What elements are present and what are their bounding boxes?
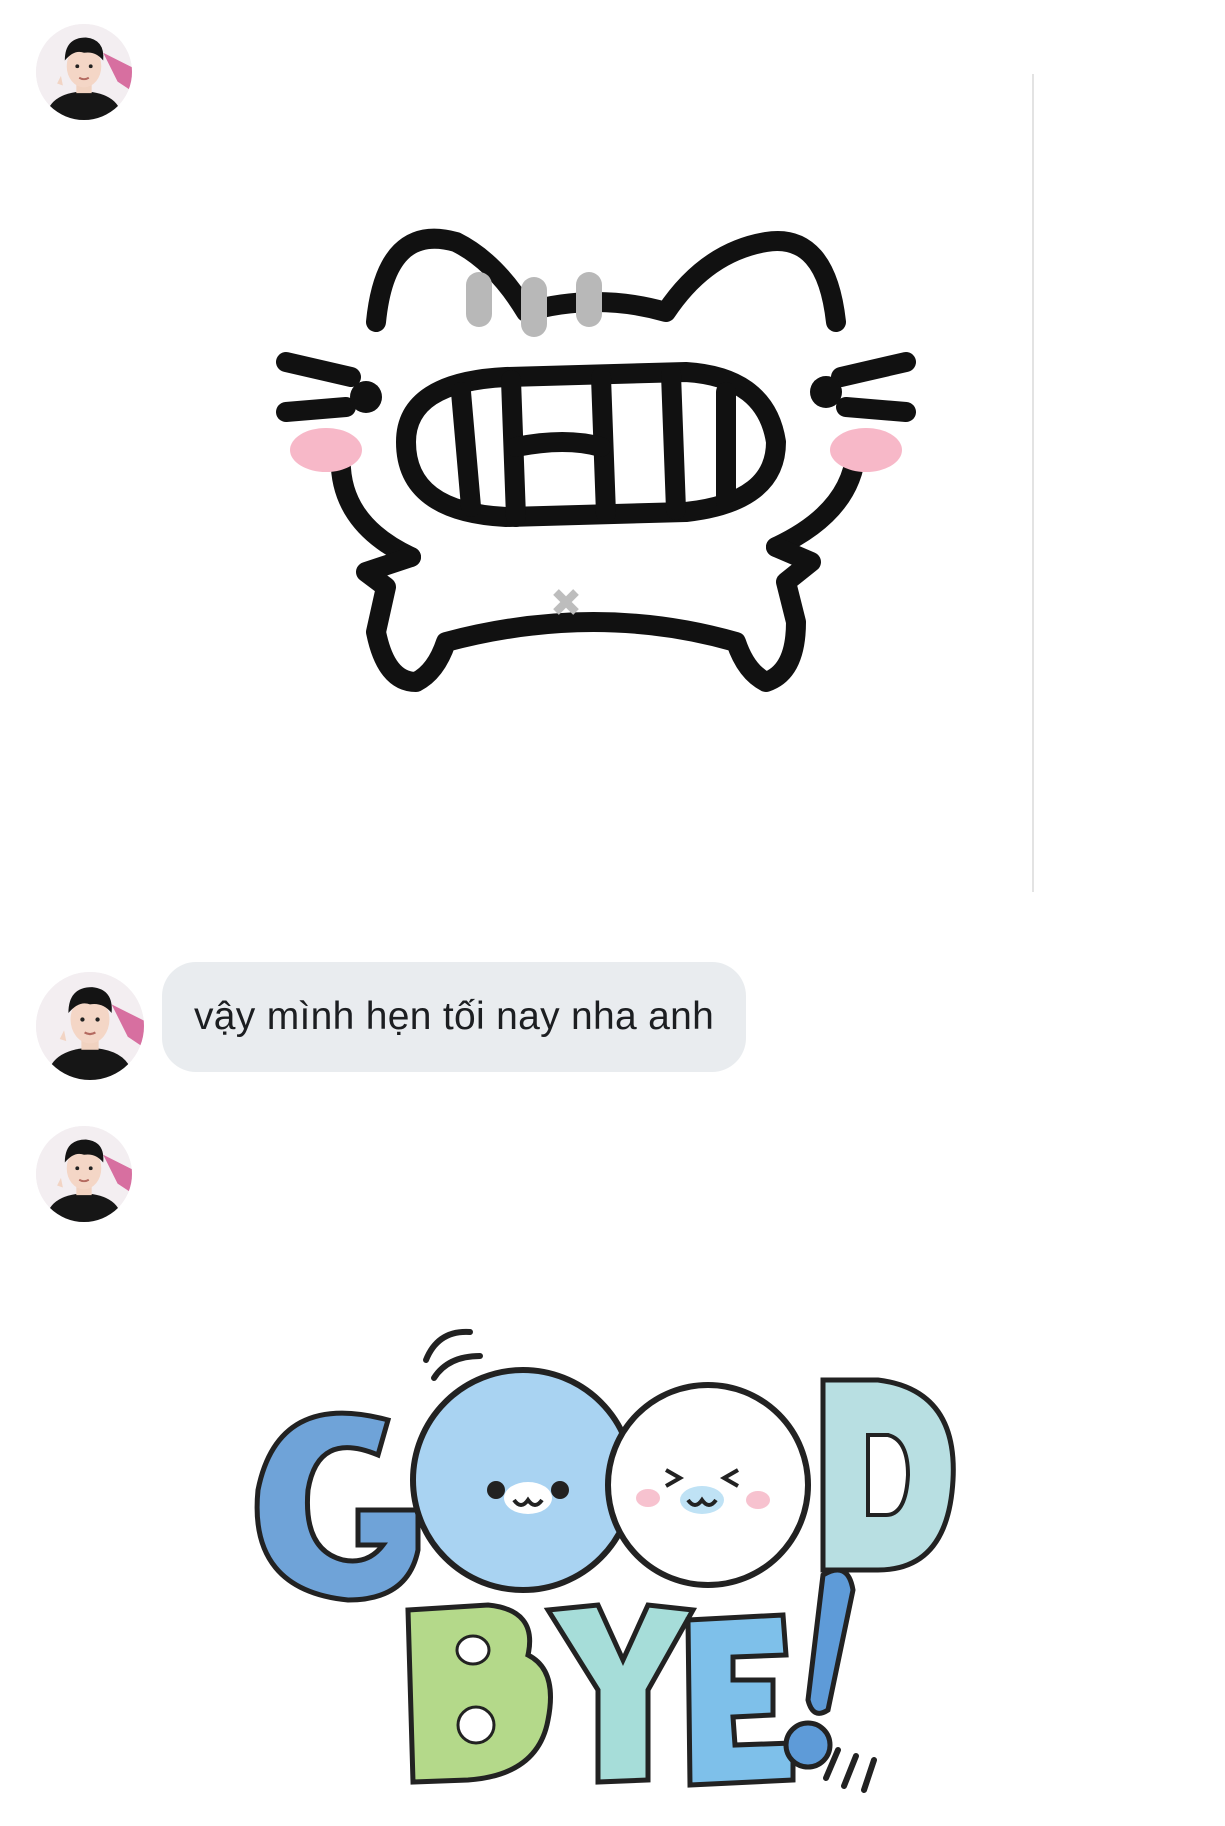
sender-avatar[interactable] — [36, 1126, 132, 1222]
cat-sticker-icon — [276, 228, 916, 692]
avatar-photo-icon — [36, 972, 144, 1080]
avatar-photo-icon — [36, 1126, 132, 1222]
grinning-cat-sticker[interactable] — [266, 202, 926, 882]
sender-avatar[interactable] — [36, 972, 144, 1080]
message-bubble[interactable]: vậy mình hẹn tối nay nha anh — [162, 962, 747, 1072]
goodbye-seals-sticker[interactable] — [238, 1320, 978, 1820]
divider-line — [1032, 74, 1034, 892]
sender-avatar[interactable] — [36, 24, 132, 120]
message-text: vậy mình hẹn tối nay nha anh — [194, 995, 715, 1038]
avatar-photo-icon — [36, 24, 132, 120]
goodbye-sticker-icon — [254, 1328, 956, 1793]
